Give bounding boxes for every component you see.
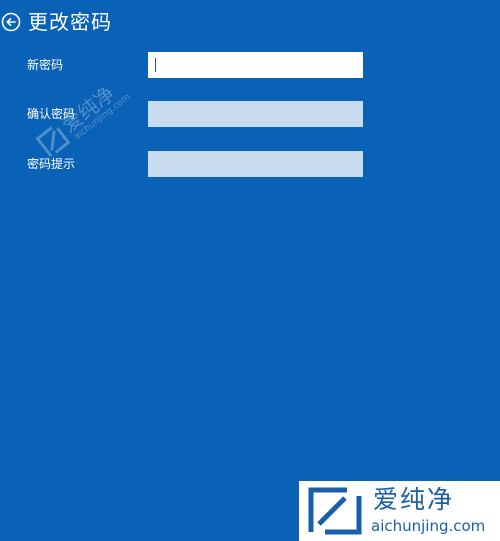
- password-hint-label: 密码提示: [27, 157, 76, 171]
- confirm-password-input[interactable]: [148, 101, 363, 127]
- new-password-row: 新密码: [0, 52, 500, 80]
- password-hint-input[interactable]: [148, 151, 363, 177]
- new-password-label: 新密码: [27, 58, 64, 72]
- password-hint-row: 密码提示: [0, 151, 500, 179]
- new-password-input[interactable]: [148, 52, 363, 78]
- confirm-password-row: 确认密码: [0, 101, 500, 129]
- watermark-logo-box: 爱纯净 aichunjing.com: [299, 481, 500, 541]
- back-button[interactable]: [1, 12, 21, 32]
- brand-logo-icon: [308, 487, 362, 535]
- back-arrow-icon: [1, 12, 21, 32]
- confirm-password-label: 确认密码: [27, 107, 76, 121]
- page-header: 更改密码: [0, 6, 112, 38]
- logo-url-text: aichunjing.com: [371, 517, 486, 535]
- text-caret: [155, 58, 156, 72]
- page-title: 更改密码: [28, 10, 112, 34]
- logo-brand-text: 爱纯净: [373, 485, 455, 514]
